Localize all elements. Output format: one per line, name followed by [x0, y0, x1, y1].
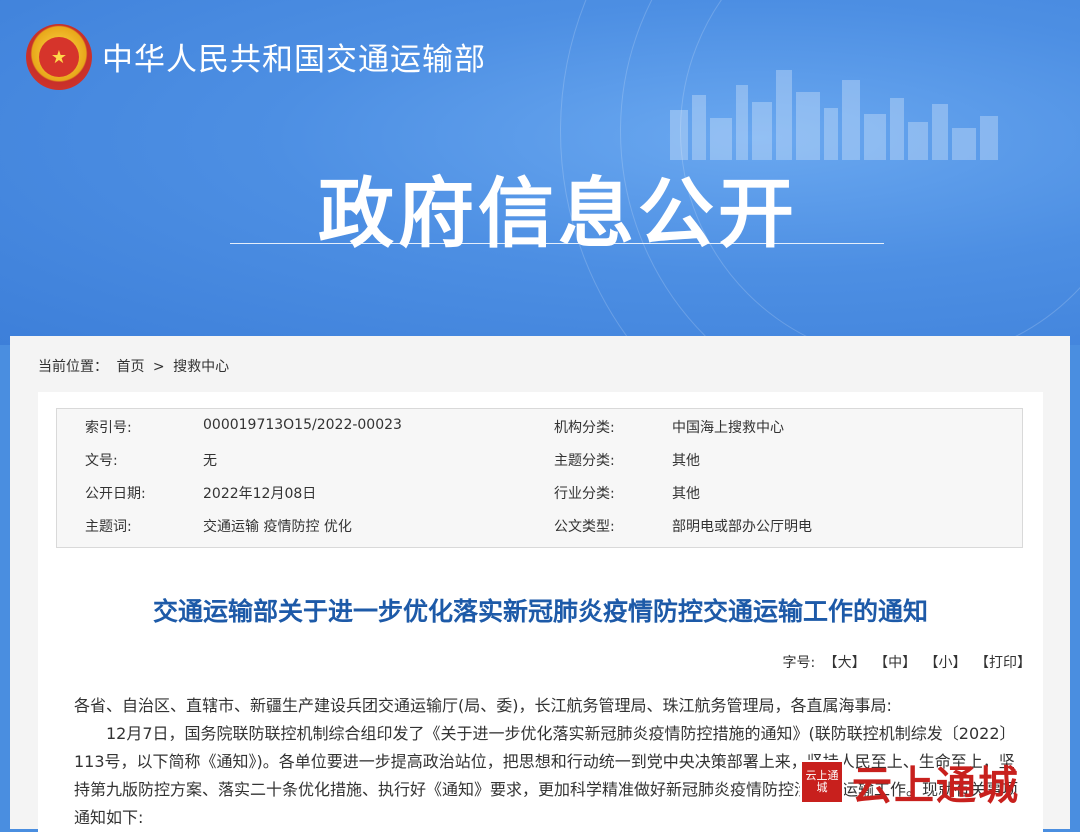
- metadata-table: 索引号: 000019713O15/2022-00023 机构分类: 中国海上搜…: [56, 408, 1023, 548]
- industry-label: 行业分类:: [554, 486, 615, 502]
- banner-title: 政府信息公开: [318, 169, 798, 258]
- banner-divider: [230, 243, 884, 244]
- metadata-row: 主题词: 交通运输 疫情防控 优化 公文类型: 部明电或部办公厅明电: [57, 508, 1022, 541]
- breadcrumb-prefix: 当前位置：: [38, 359, 108, 375]
- document-title: 交通运输部关于进一步优化落实新冠肺炎疫情防控交通运输工作的通知: [152, 597, 928, 626]
- watermark: 云上通城 云上通城: [800, 752, 1065, 812]
- industry-value: 其他: [672, 486, 700, 502]
- doctype-label: 公文类型:: [554, 519, 615, 535]
- keywords-label: 主题词:: [85, 519, 132, 535]
- watermark-text: 云上通城: [852, 762, 1020, 809]
- font-medium-button[interactable]: 【中】: [874, 655, 916, 671]
- index-value: 000019713O15/2022-00023: [203, 417, 402, 433]
- index-label: 索引号:: [85, 420, 132, 436]
- org-value: 中国海上搜救中心: [672, 420, 784, 436]
- docno-value: 无: [203, 453, 217, 469]
- keywords-value: 交通运输 疫情防控 优化: [203, 519, 352, 535]
- city-skyline-icon: [670, 70, 998, 160]
- ministry-name[interactable]: 中华人民共和国交通运输部: [102, 34, 486, 79]
- header-banner: ★ 中华人民共和国交通运输部 政府信息公开: [0, 0, 1080, 345]
- doctype-value: 部明电或部办公厅明电: [672, 519, 812, 535]
- metadata-row: 索引号: 000019713O15/2022-00023 机构分类: 中国海上搜…: [57, 409, 1022, 442]
- breadcrumb-home-link[interactable]: 首页: [116, 359, 144, 375]
- font-small-button[interactable]: 【小】: [925, 655, 967, 671]
- metadata-row: 公开日期: 2022年12月08日 行业分类: 其他: [57, 475, 1022, 508]
- body-paragraph: 各省、自治区、直辖市、新疆生产建设兵团交通运输厅(局、委)，长江航务管理局、珠江…: [74, 696, 892, 715]
- topic-label: 主题分类:: [554, 453, 615, 469]
- docno-label: 文号:: [85, 453, 118, 469]
- org-label: 机构分类:: [554, 420, 615, 436]
- font-large-button[interactable]: 【大】: [824, 655, 866, 671]
- date-label: 公开日期:: [85, 486, 146, 502]
- breadcrumb-current-link[interactable]: 搜救中心: [173, 359, 229, 375]
- font-size-toolbar: 字号: 【大】 【中】 【小】 【打印】: [778, 652, 1031, 672]
- topic-value: 其他: [672, 453, 700, 469]
- metadata-row: 文号: 无 主题分类: 其他: [57, 442, 1022, 475]
- national-emblem-icon: ★: [26, 24, 92, 90]
- breadcrumb-separator: >: [152, 359, 165, 375]
- print-button[interactable]: 【打印】: [975, 655, 1031, 671]
- breadcrumb: 当前位置： 首页 > 搜救中心: [38, 356, 233, 376]
- watermark-seal: 云上通城: [800, 760, 844, 804]
- date-value: 2022年12月08日: [203, 486, 317, 502]
- font-size-label: 字号:: [782, 655, 816, 671]
